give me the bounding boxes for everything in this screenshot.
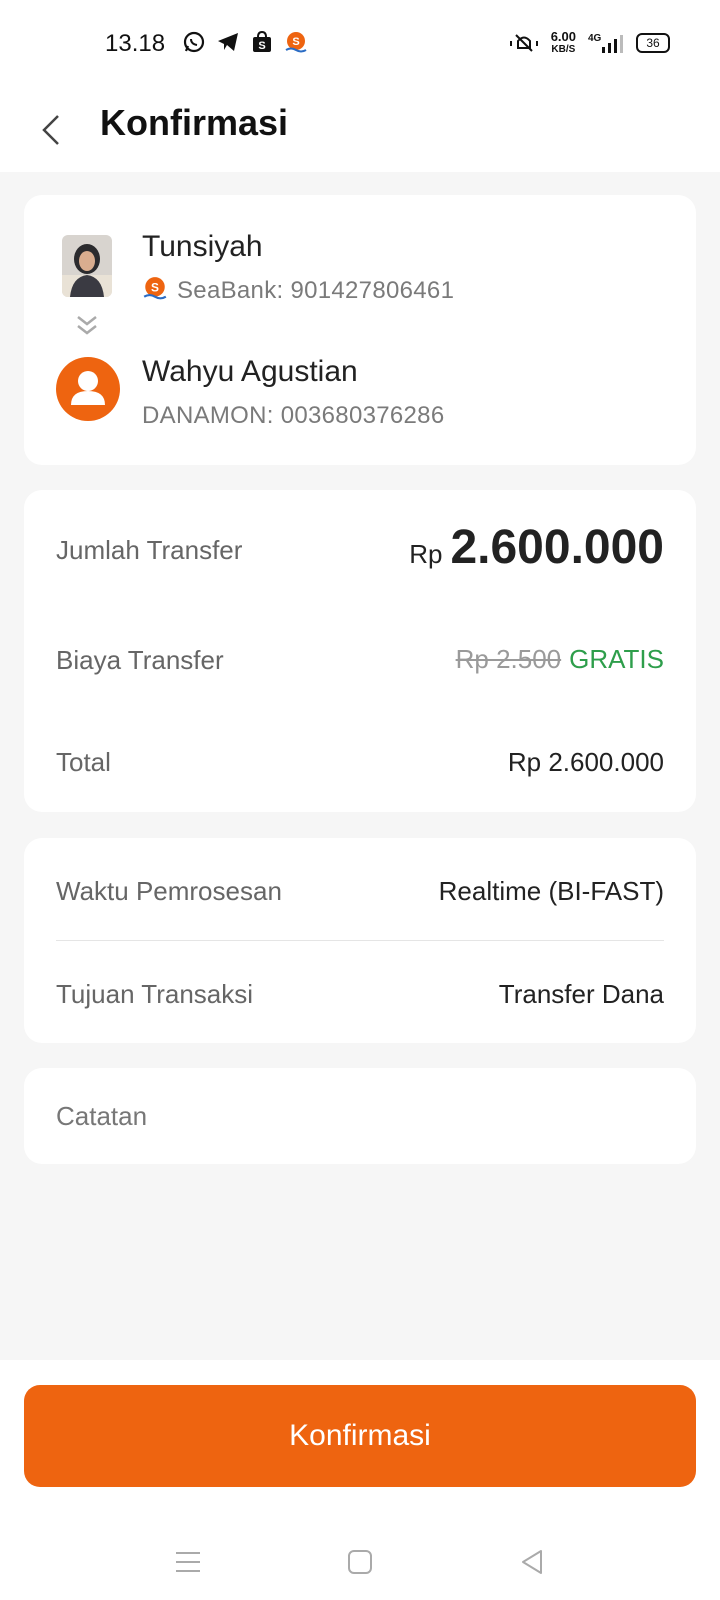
signal-icon: 4G (588, 33, 623, 53)
recent-apps-button[interactable] (168, 1542, 208, 1582)
telegram-icon (218, 33, 238, 51)
notification-icons: S S (182, 30, 308, 54)
system-nav-bar (0, 1530, 720, 1590)
recipient-account: DANAMON: 003680376286 (142, 402, 445, 429)
notes-field[interactable]: Catatan (24, 1068, 696, 1164)
seabank-icon: S (285, 32, 307, 53)
transfer-amount-value: 2.600.000 (450, 521, 664, 574)
seabank-icon: S (143, 277, 167, 300)
notes-placeholder: Catatan (56, 1101, 148, 1131)
svg-text:S: S (151, 280, 159, 294)
confirm-button[interactable]: Konfirmasi (24, 1385, 696, 1487)
recipient-avatar (56, 357, 120, 421)
total-value: Rp 2.600.000 (507, 747, 664, 777)
app-header: Konfirmasi (0, 90, 720, 172)
transfer-parties-card: Tunsiyah S SeaBank: 901427806461 Wahyu A… (24, 195, 696, 465)
status-bar: 13.18 S S 6.00 KB/S 4G 36 (0, 0, 720, 90)
user-icon (71, 371, 105, 405)
back-button[interactable] (30, 108, 74, 152)
transfer-amount-label: Jumlah Transfer (56, 535, 243, 565)
whatsapp-icon (183, 31, 205, 53)
divider (56, 940, 664, 941)
home-icon (348, 1550, 372, 1574)
fee-label: Biaya Transfer (56, 645, 224, 675)
fee-value: Rp 2.500 GRATIS (456, 644, 664, 675)
purpose-label: Tujuan Transaksi (56, 979, 254, 1009)
sender-account: SeaBank: 901427806461 (177, 277, 455, 304)
back-nav-icon (522, 1550, 542, 1574)
page-title: Konfirmasi (100, 102, 289, 143)
transfer-amount: Rp 2.600.000 (409, 520, 664, 575)
transfer-details-card: Waktu Pemrosesan Realtime (BI-FAST) Tuju… (24, 838, 696, 1043)
speed-unit: KB/S (551, 44, 576, 55)
fee-original: Rp 2.500 (455, 644, 562, 674)
sender-avatar (62, 235, 112, 297)
menu-icon (176, 1552, 200, 1572)
fee-free-badge: GRATIS (569, 644, 664, 674)
svg-text:4G: 4G (588, 33, 602, 44)
battery-icon: 36 (636, 33, 670, 53)
processing-time-value: Realtime (BI-FAST) (438, 876, 664, 906)
home-button[interactable] (340, 1542, 380, 1582)
speed-value: 6.00 (550, 29, 576, 44)
recipient-name: Wahyu Agustian (142, 355, 358, 388)
svg-text:S: S (292, 36, 299, 48)
system-icons: 6.00 KB/S 4G 36 (509, 30, 670, 56)
shopee-icon: S (253, 30, 271, 52)
back-icon (42, 115, 59, 145)
sender-name: Tunsiyah (142, 230, 263, 263)
processing-time-label: Waktu Pemrosesan (56, 876, 282, 906)
double-chevron-down-icon (77, 316, 97, 335)
total-label: Total (56, 747, 111, 777)
purpose-value: Transfer Dana (498, 979, 664, 1009)
mute-icon (509, 34, 538, 52)
amount-summary-card: Jumlah Transfer Rp 2.600.000 Biaya Transf… (24, 490, 696, 812)
system-back-button[interactable] (512, 1542, 552, 1582)
status-time: 13.18 (105, 30, 166, 57)
network-speed: 6.00 KB/S (551, 30, 576, 56)
transfer-currency: Rp (409, 539, 443, 569)
svg-text:S: S (258, 40, 265, 52)
